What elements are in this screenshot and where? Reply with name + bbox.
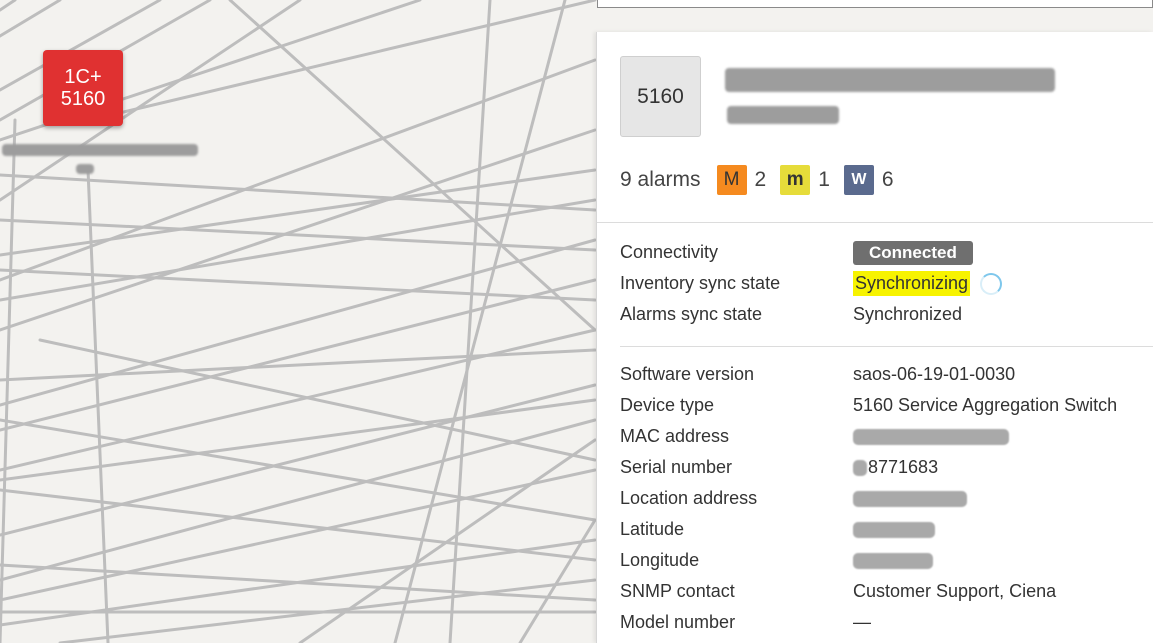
major-alarm-badge[interactable]: M xyxy=(716,165,747,195)
warning-alarm-count: 6 xyxy=(881,168,894,191)
model-number-row: Model number — xyxy=(620,607,1150,638)
location-address-label: Location address xyxy=(620,488,758,508)
device-type-row: Device type 5160 Service Aggregation Swi… xyxy=(620,390,1150,421)
warning-alarm-badge[interactable]: W xyxy=(843,165,874,195)
section-divider xyxy=(620,346,1153,347)
minor-alarm-badge[interactable]: m xyxy=(780,165,811,195)
connectivity-label: Connectivity xyxy=(620,242,719,262)
device-ip-redacted xyxy=(727,106,839,124)
location-redacted xyxy=(853,490,967,507)
serial-number-value: 8771683 xyxy=(868,457,939,477)
alarms-sync-row: Alarms sync state Synchronized xyxy=(620,299,1150,330)
node-label-line1: 1C+ xyxy=(64,66,102,88)
alarms-sync-value: Synchronized xyxy=(853,304,963,324)
inventory-sync-label: Inventory sync state xyxy=(620,273,781,293)
snmp-contact-value: Customer Support, Ciena xyxy=(853,581,1057,601)
minor-alarm-count: 1 xyxy=(818,168,830,191)
longitude-redacted xyxy=(853,552,933,569)
connectivity-row: Connectivity Connected xyxy=(620,237,1150,268)
alarm-total[interactable]: 9 alarms xyxy=(620,168,701,192)
snmp-contact-row: SNMP contact Customer Support, Ciena xyxy=(620,576,1150,607)
device-detail-panel: 5160 9 alarms M 2 m 1 W 6 Connectivity C… xyxy=(596,32,1153,643)
latitude-redacted xyxy=(853,521,935,538)
section-divider xyxy=(597,222,1153,223)
inventory-sync-row: Inventory sync state Synchronizing xyxy=(620,268,1150,299)
major-alarm-count: 2 xyxy=(754,168,767,191)
properties-section: Software version saos-06-19-01-0030 Devi… xyxy=(620,359,1150,638)
serial-prefix-redacted xyxy=(853,459,867,476)
device-type-value: 5160 Service Aggregation Switch xyxy=(853,395,1118,415)
mac-address-row: MAC address xyxy=(620,421,1150,452)
inventory-sync-value: Synchronizing xyxy=(853,271,971,296)
longitude-row: Longitude xyxy=(620,545,1150,576)
software-version-label: Software version xyxy=(620,364,755,384)
latitude-label: Latitude xyxy=(620,519,685,539)
latitude-row: Latitude xyxy=(620,514,1150,545)
longitude-label: Longitude xyxy=(620,550,700,570)
alarm-summary: 9 alarms M 2 m 1 W 6 xyxy=(620,164,908,196)
connectivity-badge: Connected xyxy=(853,240,973,265)
node-label-line2: 5160 xyxy=(60,88,106,110)
alarms-sync-label: Alarms sync state xyxy=(620,304,763,324)
device-type-tile: 5160 xyxy=(620,56,701,137)
serial-number-row: Serial number 8771683 xyxy=(620,452,1150,483)
search-box[interactable] xyxy=(597,0,1153,8)
device-node-marker[interactable]: 1C+ 5160 xyxy=(43,50,123,126)
node-caption-redacted xyxy=(2,140,202,180)
model-number-label: Model number xyxy=(620,612,736,632)
mac-address-redacted xyxy=(853,428,1009,445)
mac-address-label: MAC address xyxy=(620,426,730,446)
redaction-bar xyxy=(76,164,94,174)
snmp-contact-label: SNMP contact xyxy=(620,581,735,601)
status-section: Connectivity Connected Inventory sync st… xyxy=(620,237,1150,330)
serial-number-label: Serial number xyxy=(620,457,733,477)
location-address-row: Location address xyxy=(620,483,1150,514)
software-version-row: Software version saos-06-19-01-0030 xyxy=(620,359,1150,390)
app-root: 1C+ 5160 5160 9 alarms M 2 m 1 W 6 Conne… xyxy=(0,0,1153,643)
software-version-value: saos-06-19-01-0030 xyxy=(853,364,1016,384)
device-name-redacted xyxy=(725,68,1055,92)
device-type-label: Device type xyxy=(620,395,715,415)
redaction-bar xyxy=(2,144,198,156)
loading-spinner-icon xyxy=(980,272,1003,295)
model-number-value: — xyxy=(853,612,871,632)
